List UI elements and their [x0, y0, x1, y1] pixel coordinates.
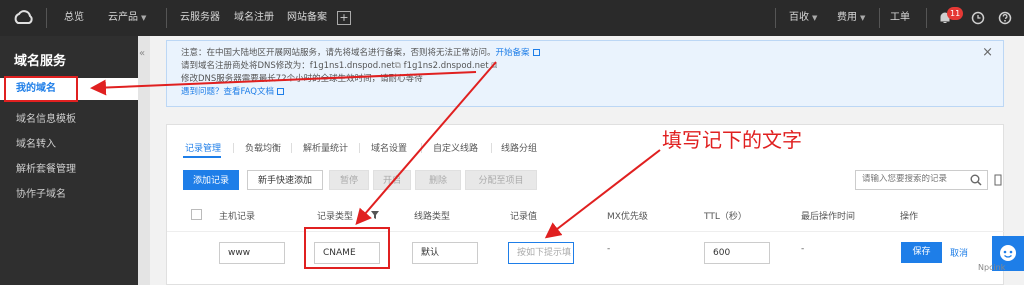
col-type: 记录类型 — [317, 212, 354, 222]
settings-icon[interactable] — [993, 174, 1003, 186]
external-link-icon — [532, 49, 540, 56]
tab-load-balance[interactable]: 负载均衡 — [245, 141, 281, 154]
notice-banner: 注意：在中国大陆地区开展网站服务，请先将域名进行备案，否则将无法正常访问。开始备… — [166, 40, 1004, 107]
mx-value: - — [607, 244, 611, 254]
search-box — [855, 170, 988, 190]
tab-custom-line[interactable]: 自定义线路 — [433, 141, 478, 154]
start-icp-link[interactable]: 开始备案 — [496, 48, 530, 58]
tab-domain-settings[interactable]: 域名设置 — [371, 141, 407, 154]
col-value: 记录值 — [510, 212, 538, 222]
tab-line-group[interactable]: 线路分组 — [501, 141, 537, 154]
notice-text: 请到域名注册商处将DNS修改为：f1g1ns1.dnspod.net — [181, 61, 395, 71]
ttl-input[interactable]: 600 — [704, 242, 770, 264]
sidebar-item-domain-transfer[interactable]: 域名转入 — [16, 135, 56, 150]
add-record-button[interactable]: 添加记录 — [183, 170, 239, 190]
filter-icon[interactable] — [371, 211, 379, 220]
top-navbar: 总览 云产品 ▼ 云服务器 域名注册 网站备案 + 百收 ▼ 费用 ▼ 工单 11 — [0, 0, 1024, 36]
nav-baidu[interactable]: 百收 ▼ — [789, 0, 817, 36]
record-value-input[interactable]: 按如下提示填 — [508, 242, 574, 264]
notice-line: 请到域名注册商处将DNS修改为：f1g1ns1.dnspod.net⧉ f1g1… — [181, 59, 497, 71]
external-link-icon — [276, 88, 284, 95]
col-actions: 操作 — [900, 212, 919, 222]
last-op-value: - — [801, 244, 805, 254]
copy-icon[interactable]: ⧉ — [395, 61, 404, 71]
faq-line: 遇到问题？查看FAQ文档 — [181, 85, 284, 97]
nav-billing-label: 费用 — [837, 12, 857, 23]
select-all-checkbox[interactable] — [191, 209, 202, 220]
assign-project-button[interactable]: 分配至项目 — [465, 170, 537, 190]
annotation-box-cname — [304, 227, 390, 269]
sidebar-title: 域名服务 — [14, 54, 67, 69]
nav-products-label: 云产品 — [108, 12, 138, 23]
divider — [359, 143, 360, 153]
close-icon[interactable]: × — [982, 45, 993, 60]
notice-line: 注意：在中国大陆地区开展网站服务，请先将域名进行备案，否则将无法正常访问。开始备… — [181, 46, 540, 58]
collapse-icon: « — [139, 48, 146, 59]
nav-billing[interactable]: 费用 ▼ — [837, 0, 865, 36]
caret-down-icon: ▼ — [812, 14, 818, 22]
clock-icon[interactable] — [971, 11, 985, 25]
quick-add-button[interactable]: 新手快速添加 — [247, 170, 323, 190]
annotation-box-my-domains — [4, 76, 78, 102]
watermark: Npcink — [978, 263, 1006, 272]
col-host: 主机记录 — [219, 212, 256, 222]
nav-domain-register[interactable]: 域名注册 — [234, 0, 274, 36]
col-last-op: 最后操作时间 — [801, 212, 856, 222]
nav-overview[interactable]: 总览 — [64, 0, 84, 36]
help-icon[interactable] — [998, 11, 1012, 25]
annotation-text: 填写记下的文字 — [662, 128, 802, 152]
tab-stats[interactable]: 解析量统计 — [303, 141, 348, 154]
nav-servers[interactable]: 云服务器 — [180, 0, 220, 36]
divider — [775, 8, 776, 28]
support-icon — [1000, 245, 1016, 261]
sidebar-collapse-toggle[interactable]: « — [138, 36, 150, 285]
table-row: www CNAME 默认 按如下提示填 - 600 - 保存 取消 — [167, 231, 1005, 271]
notice-text: 修改DNS服务器需要最长72个小时的全球生效时间，请耐心等待 — [181, 74, 423, 84]
tab-records[interactable]: 记录管理 — [185, 141, 221, 154]
table-header: 主机记录 记录类型 线路类型 记录值 MX优先级 TTL（秒） 最后操作时间 操… — [167, 205, 1005, 227]
divider — [926, 8, 927, 28]
search-input[interactable] — [862, 174, 962, 184]
enable-button[interactable]: 开启 — [373, 170, 411, 190]
copy-icon[interactable]: ⧉ — [489, 61, 497, 71]
notification-badge: 11 — [947, 7, 964, 20]
col-mx: MX优先级 — [607, 212, 648, 222]
cloud-logo-icon[interactable] — [12, 8, 34, 28]
sidebar-item-domain-template[interactable]: 域名信息模板 — [16, 110, 76, 125]
nav-ticket[interactable]: 工单 — [890, 0, 910, 36]
caret-down-icon: ▼ — [141, 14, 147, 22]
caret-down-icon: ▼ — [860, 14, 866, 22]
add-shortcut-button[interactable]: + — [337, 11, 351, 25]
sidebar-item-sub-domain[interactable]: 协作子域名 — [16, 185, 66, 200]
nav-icp[interactable]: 网站备案 — [287, 0, 327, 36]
nav-baidu-label: 百收 — [789, 12, 809, 23]
cancel-button[interactable]: 取消 — [950, 246, 968, 259]
divider — [233, 143, 234, 153]
host-field[interactable]: www — [219, 242, 285, 264]
divider — [879, 8, 880, 28]
active-tab-indicator — [183, 156, 221, 158]
search-icon[interactable] — [969, 173, 983, 187]
delete-button[interactable]: 删除 — [415, 170, 461, 190]
divider — [166, 8, 167, 28]
divider — [46, 8, 47, 28]
divider — [421, 143, 422, 153]
save-button[interactable]: 保存 — [901, 242, 942, 263]
notice-text: f1g1ns2.dnspod.net — [403, 61, 489, 71]
faq-link[interactable]: 遇到问题？查看FAQ文档 — [181, 87, 274, 97]
line-type-select[interactable]: 默认 — [412, 242, 478, 264]
col-ttl: TTL（秒） — [704, 212, 747, 222]
divider — [491, 143, 492, 153]
nav-products[interactable]: 云产品 ▼ — [108, 0, 146, 36]
notice-text: 注意：在中国大陆地区开展网站服务，请先将域名进行备案，否则将无法正常访问。 — [181, 48, 496, 58]
dns-records-panel: 记录管理 负载均衡 解析量统计 域名设置 自定义线路 线路分组 添加记录 新手快… — [166, 124, 1005, 285]
col-line: 线路类型 — [414, 212, 451, 222]
sidebar-item-dns-package[interactable]: 解析套餐管理 — [16, 160, 76, 175]
pause-button[interactable]: 暂停 — [329, 170, 369, 190]
divider — [291, 143, 292, 153]
sidebar: 域名服务 我的域名 域名信息模板 域名转入 解析套餐管理 协作子域名 — [0, 36, 138, 285]
